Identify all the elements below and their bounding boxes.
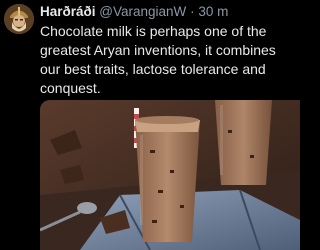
tweet-media-image[interactable] — [40, 100, 300, 250]
tweet[interactable]: Harðráði @VarangianW · 30 m Chocolate mi… — [0, 0, 300, 250]
timestamp[interactable]: 30 m — [198, 4, 228, 19]
header-separator: · — [190, 4, 195, 19]
chocolate-milk-photo-icon — [40, 100, 300, 250]
tweet-content: Harðráði @VarangianW · 30 m Chocolate mi… — [40, 3, 296, 98]
tweet-text: Chocolate milk is perhaps one of the gre… — [40, 23, 276, 96]
author-name[interactable]: Harðráði — [40, 4, 96, 19]
warrior-portrait-icon — [4, 4, 34, 34]
avatar[interactable] — [4, 4, 34, 34]
tweet-header: Harðráði @VarangianW · 30 m — [40, 3, 296, 20]
author-handle[interactable]: @VarangianW — [99, 4, 186, 19]
